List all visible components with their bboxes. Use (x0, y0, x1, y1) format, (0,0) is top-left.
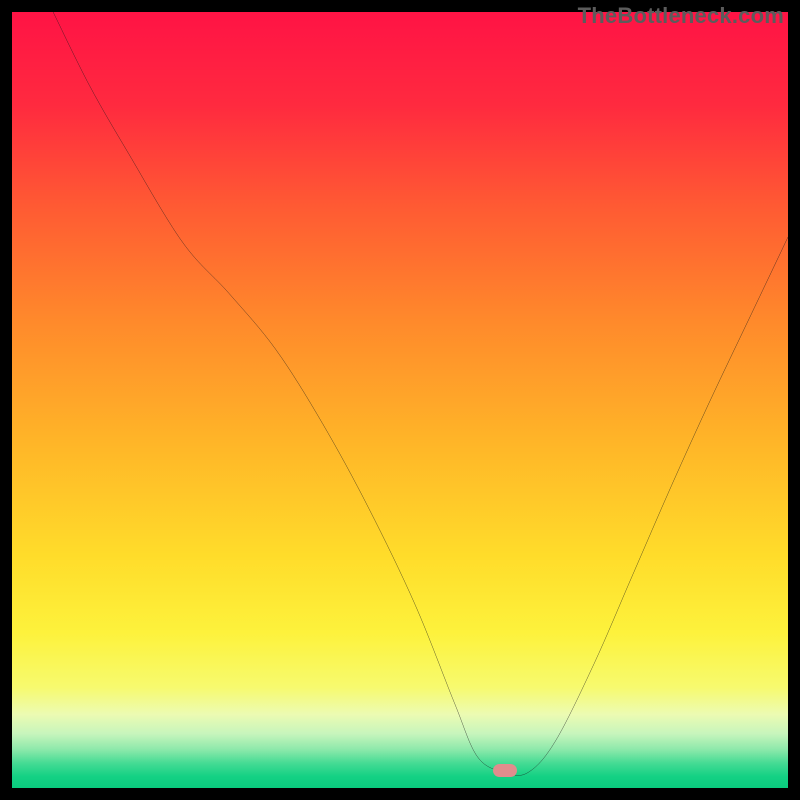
stage: TheBottleneck.com (0, 0, 800, 800)
bottleneck-curve (12, 12, 788, 788)
plot-area (12, 12, 788, 788)
optimal-marker (493, 764, 517, 777)
watermark-label: TheBottleneck.com (578, 3, 784, 29)
